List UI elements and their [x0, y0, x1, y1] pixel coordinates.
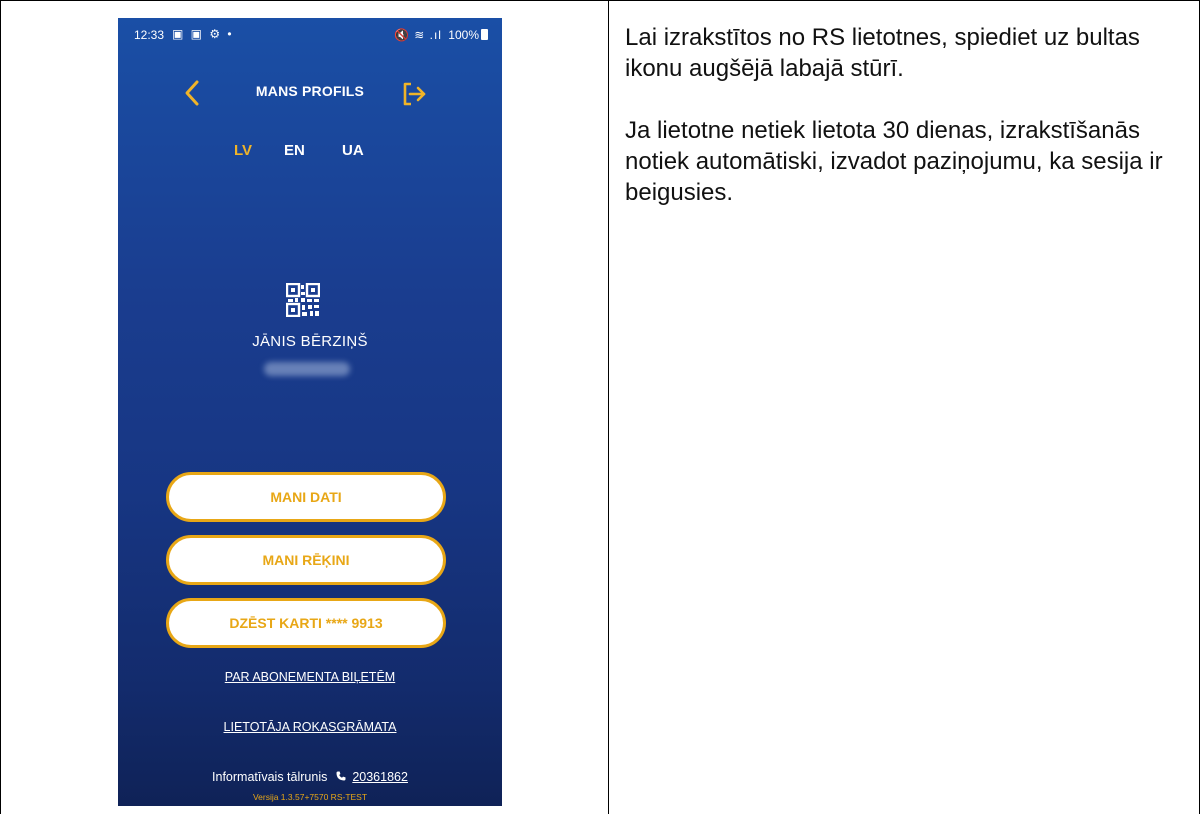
my-data-button[interactable]: MANI DATI: [166, 472, 446, 522]
status-indicators: 🔇 ≋ .ıl 100%: [394, 28, 488, 42]
instruction-logout: Lai izrakstītos no RS lietotnes, spiedie…: [625, 24, 1140, 82]
instruction-text: Lai izrakstītos no RS lietotnes, spiedie…: [625, 22, 1195, 239]
battery-level: 100%: [448, 28, 479, 42]
instruction-auto-logout: Ja lietotne netiek lietota 30 dienas, iz…: [625, 117, 1163, 206]
table-border-top: [0, 0, 1200, 1]
lang-option-en[interactable]: EN: [284, 142, 305, 159]
app-header: MANS PROFILS: [118, 74, 502, 114]
delete-card-button[interactable]: DZĒST KARTI **** 9913: [166, 598, 446, 648]
status-bar: 12:33 ▣ ▣ ⚙ • 🔇 ≋ .ıl 100%: [118, 18, 502, 52]
user-id-blurred: [264, 362, 350, 376]
page-title: MANS PROFILS: [255, 83, 365, 99]
user-manual-link[interactable]: LIETOTĀJA ROKASGRĀMATA: [118, 720, 502, 734]
user-name: JĀNIS BĒRZIŅŠ: [252, 333, 368, 350]
info-phone-label: Informatīvais tālrunis: [212, 770, 328, 784]
app-version: Versija 1.3.57+7570 RS-TEST: [252, 792, 368, 802]
logout-arrow-icon: [403, 82, 426, 106]
subscription-tickets-link[interactable]: PAR ABONEMENTA BIĻETĒM: [118, 670, 502, 684]
my-invoices-button[interactable]: MANI RĒĶINI: [166, 535, 446, 585]
info-phone-number[interactable]: 20361862: [352, 770, 408, 784]
battery-icon: [481, 29, 488, 40]
lang-option-ua[interactable]: UA: [342, 142, 364, 159]
qr-code-icon[interactable]: [286, 283, 320, 317]
logout-button[interactable]: [400, 79, 430, 109]
status-time: 12:33: [134, 28, 165, 42]
phone-screenshot: 12:33 ▣ ▣ ⚙ • 🔇 ≋ .ıl 100% MANS PROFILS …: [118, 18, 502, 806]
notification-icons: ▣ ▣ ⚙ •: [172, 27, 234, 41]
language-selector: LV EN UA: [118, 142, 502, 164]
info-phone-row: Informatīvais tālrunis 20361862: [118, 770, 502, 784]
signal-icon: 🔇 ≋ .ıl: [393, 28, 442, 42]
phone-icon: [336, 771, 346, 781]
table-cell-divider: [608, 0, 609, 814]
table-border-left: [0, 0, 1, 814]
lang-option-lv[interactable]: LV: [234, 142, 252, 159]
